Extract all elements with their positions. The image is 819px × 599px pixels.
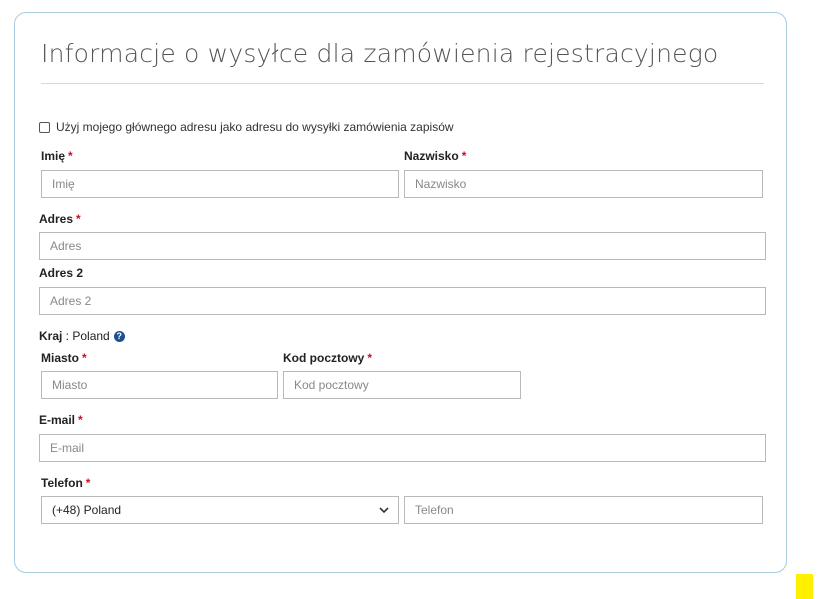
use-main-address-label: Użyj mojego głównego adresu jako adresu … xyxy=(56,120,454,134)
first-name-label: Imię * xyxy=(41,149,73,163)
phone-country-value: (+48) Poland xyxy=(52,503,122,517)
country-value: Poland xyxy=(72,329,110,343)
highlight-marker xyxy=(796,574,813,599)
email-input[interactable]: E-mail xyxy=(39,434,766,462)
help-icon[interactable]: ? xyxy=(113,330,125,342)
country-row: Kraj : Poland ? xyxy=(39,329,125,343)
use-main-address-row[interactable]: Użyj mojego głównego adresu jako adresu … xyxy=(39,120,454,134)
address2-label: Adres 2 xyxy=(39,266,84,280)
use-main-address-checkbox[interactable] xyxy=(39,121,50,133)
city-input[interactable]: Miasto xyxy=(41,371,278,399)
required-mark: * xyxy=(76,212,81,226)
required-mark: * xyxy=(78,413,83,427)
address-input[interactable]: Adres xyxy=(39,232,766,260)
required-mark: * xyxy=(461,149,467,163)
city-label: Miasto * xyxy=(41,351,87,365)
postal-code-input[interactable]: Kod pocztowy xyxy=(283,371,521,399)
chevron-down-icon xyxy=(379,507,389,514)
last-name-label: Nazwisko * xyxy=(404,149,467,163)
phone-country-select[interactable]: (+48) Poland xyxy=(41,496,399,524)
email-label: E-mail * xyxy=(39,413,83,427)
first-name-input[interactable]: Imię xyxy=(41,170,399,198)
country-separator: : xyxy=(62,329,73,343)
title-divider xyxy=(41,83,764,84)
address2-input[interactable]: Adres 2 xyxy=(39,287,766,315)
page-title: Informacje o wysyłce dla zamówienia reje… xyxy=(41,39,719,68)
postal-code-label: Kod pocztowy * xyxy=(283,351,372,365)
required-mark: * xyxy=(367,351,372,365)
last-name-input[interactable]: Nazwisko xyxy=(404,170,763,198)
phone-input[interactable]: Telefon xyxy=(404,496,763,524)
required-mark: * xyxy=(85,476,91,490)
required-mark: * xyxy=(68,149,73,163)
phone-label: Telefon * xyxy=(41,476,91,490)
shipping-info-card: Informacje o wysyłce dla zamówienia reje… xyxy=(14,12,787,573)
country-label: Kraj xyxy=(39,329,63,343)
address-label: Adres * xyxy=(39,212,81,226)
required-mark: * xyxy=(82,351,87,365)
